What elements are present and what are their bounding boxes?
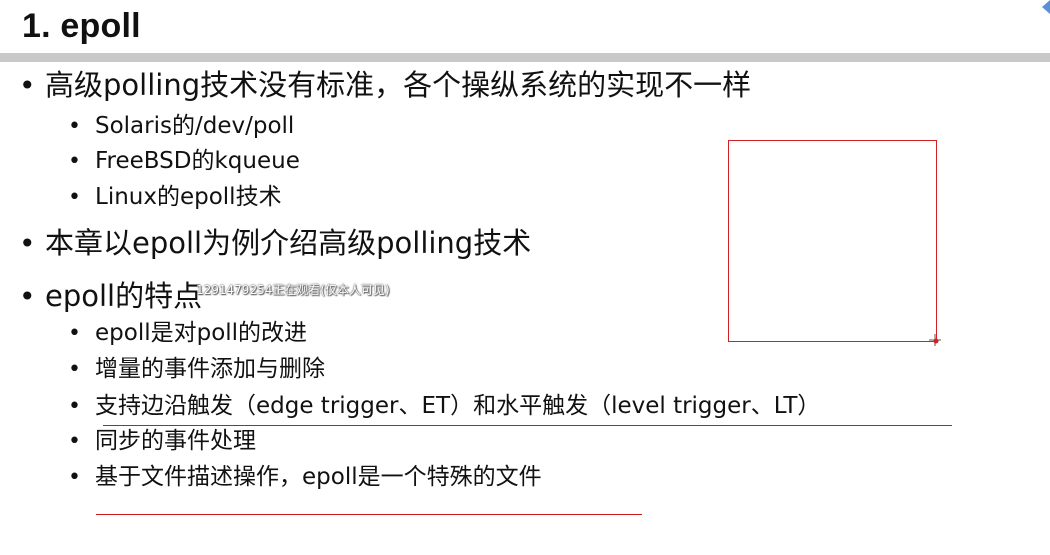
- bullet-3-5: • 基于文件描述操作，epoll是一个特殊的文件: [68, 463, 542, 492]
- bullet-dot-icon: •: [68, 321, 81, 346]
- bullet-text: epoll是对poll的改进: [95, 320, 308, 346]
- bullet-1-2: • FreeBSD的kqueue: [68, 147, 300, 176]
- bullet-text: 基于文件描述操作，epoll是一个特殊的文件: [95, 464, 542, 490]
- bullet-text: Solaris的/dev/poll: [95, 113, 295, 139]
- annotation-underline: [96, 514, 642, 515]
- bullet-dot-icon: •: [68, 429, 81, 454]
- bullet-dot-icon: •: [19, 227, 36, 260]
- bullet-3-4: • 同步的事件处理: [68, 427, 256, 456]
- bullet-dot-icon: •: [19, 280, 36, 313]
- bullet-3: • epoll的特点: [19, 279, 202, 314]
- bullet-3-3: • 支持边沿触发（edge trigger、ET）和水平触发（level tri…: [68, 392, 820, 421]
- bullet-1: • 高级polling技术没有标准，各个操纵系统的实现不一样: [19, 68, 751, 103]
- bullet-dot-icon: •: [68, 185, 81, 210]
- annotation-rectangle: [728, 140, 937, 342]
- bullet-text: 同步的事件处理: [95, 428, 256, 454]
- corner-arrow-icon: [1042, 0, 1050, 14]
- bullet-text: 增量的事件添加与删除: [95, 356, 325, 382]
- bullet-1-3: • Linux的epoll技术: [68, 183, 282, 212]
- bullet-text: epoll的特点: [45, 279, 203, 313]
- bullet-text: 支持边沿触发（edge trigger、ET）和水平触发（level trigg…: [95, 393, 821, 419]
- bullet-2: • 本章以epoll为例介绍高级polling技术: [19, 226, 531, 261]
- annotation-underline: [103, 425, 952, 426]
- title-divider: [0, 53, 1050, 62]
- bullet-text: 本章以epoll为例介绍高级polling技术: [45, 226, 532, 260]
- bullet-dot-icon: •: [68, 394, 81, 419]
- pen-cursor-icon: [929, 334, 941, 346]
- bullet-dot-icon: •: [68, 149, 81, 174]
- bullet-text: Linux的epoll技术: [95, 184, 282, 210]
- bullet-3-2: • 增量的事件添加与删除: [68, 355, 325, 384]
- bullet-text: 高级polling技术没有标准，各个操纵系统的实现不一样: [45, 68, 752, 102]
- bullet-dot-icon: •: [68, 114, 81, 139]
- viewer-watermark: 1291479254正在观看(仅本人可见): [196, 283, 390, 297]
- bullet-text: FreeBSD的kqueue: [95, 148, 300, 174]
- bullet-dot-icon: •: [68, 465, 81, 490]
- bullet-1-1: • Solaris的/dev/poll: [68, 112, 294, 141]
- bullet-3-1: • epoll是对poll的改进: [68, 319, 307, 348]
- bullet-dot-icon: •: [19, 69, 36, 102]
- bullet-dot-icon: •: [68, 357, 81, 382]
- slide-title: 1. epoll: [22, 7, 141, 45]
